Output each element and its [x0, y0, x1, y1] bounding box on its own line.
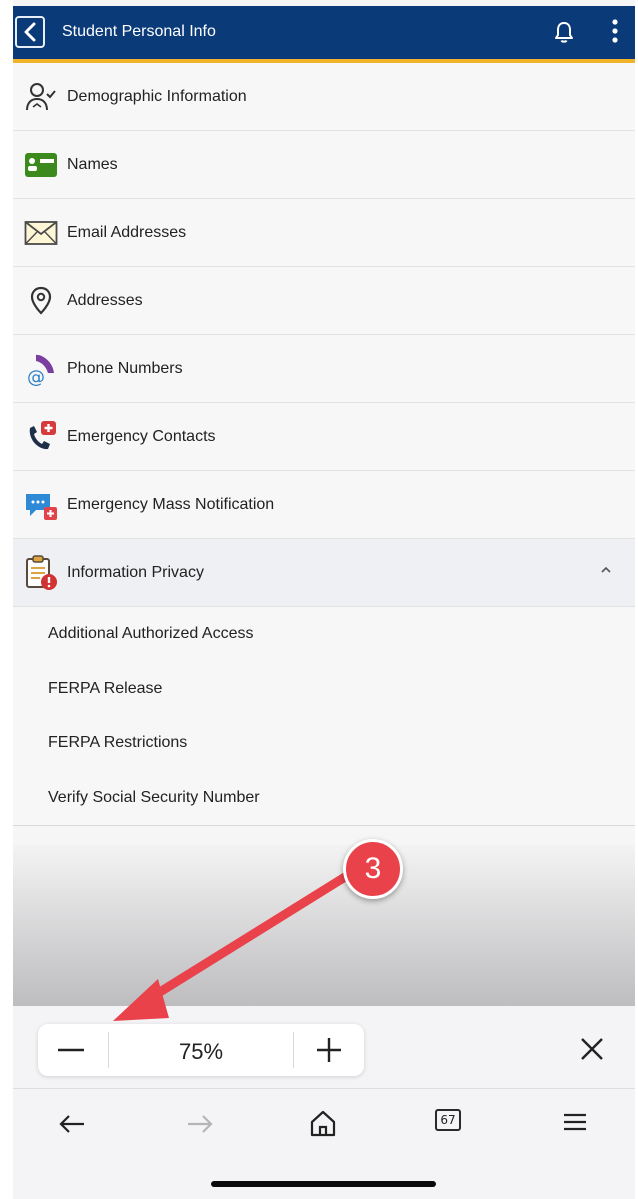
- menu-item-information-privacy[interactable]: Information Privacy: [13, 539, 635, 607]
- menu-item-label: Phone Numbers: [67, 359, 183, 377]
- menu-item-emergency-contacts[interactable]: Emergency Contacts: [13, 403, 635, 471]
- phone-at-icon: @: [23, 351, 59, 387]
- menu-item-label: Emergency Contacts: [67, 427, 216, 445]
- minus-icon: [58, 1048, 84, 1052]
- menu-item-names[interactable]: Names: [13, 131, 635, 199]
- page-empty-area: [13, 845, 635, 1007]
- home-indicator: [211, 1181, 436, 1187]
- browser-toolbar: 75% 67: [13, 1006, 635, 1199]
- chat-alert-icon: [23, 487, 59, 523]
- browser-menu-button[interactable]: [562, 1112, 588, 1137]
- submenu-item-ferpa-release[interactable]: FERPA Release: [13, 662, 635, 717]
- menu-item-label: Names: [67, 155, 118, 173]
- kebab-menu-icon: [612, 19, 618, 43]
- hamburger-menu-icon: [564, 1113, 586, 1131]
- bell-icon: [555, 22, 573, 43]
- plus-icon: [317, 1038, 341, 1062]
- zoom-control: 75%: [38, 1024, 364, 1076]
- toolbar-divider: [13, 1088, 635, 1089]
- step-number-badge: 3: [343, 839, 403, 899]
- submenu-item-additional-authorized-access[interactable]: Additional Authorized Access: [13, 607, 635, 662]
- app-screen: Student Personal Info Demographic Inform…: [13, 0, 635, 1199]
- tabs-button[interactable]: 67: [435, 1109, 461, 1131]
- svg-text:@: @: [27, 367, 45, 386]
- close-icon: [581, 1038, 603, 1060]
- more-options-button[interactable]: [611, 18, 619, 49]
- app-header: Student Personal Info: [13, 6, 635, 63]
- menu-item-label: Information Privacy: [67, 563, 204, 581]
- location-pin-icon: [23, 283, 59, 319]
- chevron-left-icon: [24, 22, 36, 42]
- browser-home-button[interactable]: [308, 1108, 338, 1143]
- browser-forward-button[interactable]: [186, 1114, 214, 1139]
- personal-info-menu: Demographic Information Names Email Addr…: [13, 63, 635, 826]
- id-card-icon: [23, 147, 59, 183]
- browser-back-button[interactable]: [58, 1114, 86, 1139]
- zoom-level: 75%: [178, 1039, 224, 1064]
- chevron-up-icon[interactable]: [599, 565, 613, 575]
- zoom-in-button[interactable]: [315, 1036, 343, 1069]
- menu-item-label: Emergency Mass Notification: [67, 495, 275, 513]
- menu-item-emergency-mass-notification[interactable]: Emergency Mass Notification: [13, 471, 635, 539]
- menu-item-email-addresses[interactable]: Email Addresses: [13, 199, 635, 267]
- menu-item-phone-numbers[interactable]: @ Phone Numbers: [13, 335, 635, 403]
- close-zoom-button[interactable]: [579, 1036, 605, 1067]
- person-check-icon: [23, 79, 59, 115]
- submenu-item-ferpa-restrictions[interactable]: FERPA Restrictions: [13, 716, 635, 771]
- notifications-button[interactable]: [553, 20, 575, 49]
- back-button[interactable]: [15, 16, 45, 48]
- arrow-right-icon: [188, 1115, 213, 1133]
- menu-item-addresses[interactable]: Addresses: [13, 267, 635, 335]
- information-privacy-submenu: Additional Authorized Access FERPA Relea…: [13, 607, 635, 826]
- submenu-item-verify-ssn[interactable]: Verify Social Security Number: [13, 771, 635, 826]
- zoom-divider: [293, 1032, 294, 1068]
- menu-item-label: Addresses: [67, 291, 143, 309]
- page-title: Student Personal Info: [62, 23, 216, 40]
- clipboard-alert-icon: [23, 554, 59, 591]
- envelope-icon: [23, 215, 59, 251]
- phone-medical-icon: [23, 419, 59, 455]
- zoom-out-button[interactable]: [56, 1038, 86, 1067]
- menu-item-label: Email Addresses: [67, 223, 187, 241]
- menu-item-demographic-information[interactable]: Demographic Information: [13, 63, 635, 131]
- home-icon: [310, 1110, 336, 1137]
- menu-item-label: Demographic Information: [67, 87, 247, 105]
- arrow-left-icon: [59, 1115, 84, 1133]
